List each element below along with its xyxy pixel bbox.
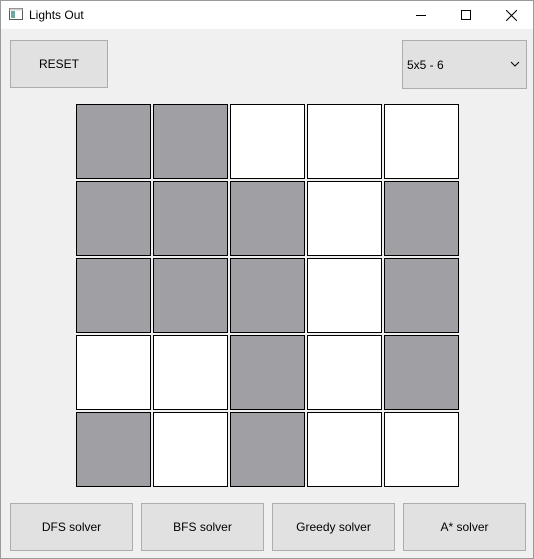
close-button[interactable] bbox=[489, 1, 533, 29]
level-select-value: 5x5 - 6 bbox=[407, 58, 444, 72]
light-cell[interactable] bbox=[153, 335, 228, 410]
light-cell[interactable] bbox=[230, 104, 305, 179]
light-cell[interactable] bbox=[76, 335, 151, 410]
light-cell[interactable] bbox=[76, 258, 151, 333]
light-cell[interactable] bbox=[76, 181, 151, 256]
close-icon bbox=[505, 9, 517, 21]
title-bar[interactable]: Lights Out bbox=[1, 1, 533, 29]
light-cell[interactable] bbox=[230, 412, 305, 487]
window-title: Lights Out bbox=[29, 8, 84, 22]
maximize-button[interactable] bbox=[444, 1, 488, 29]
light-cell[interactable] bbox=[153, 181, 228, 256]
bfs-solver-button[interactable]: BFS solver bbox=[141, 503, 264, 551]
light-cell[interactable] bbox=[384, 181, 459, 256]
app-icon bbox=[9, 8, 23, 20]
astar-solver-button[interactable]: A* solver bbox=[403, 503, 526, 551]
chevron-down-icon bbox=[510, 61, 520, 67]
light-cell[interactable] bbox=[76, 412, 151, 487]
light-cell[interactable] bbox=[307, 104, 382, 179]
minimize-button[interactable] bbox=[399, 1, 443, 29]
light-cell[interactable] bbox=[307, 335, 382, 410]
light-cell[interactable] bbox=[153, 412, 228, 487]
lights-grid bbox=[76, 104, 461, 489]
light-cell[interactable] bbox=[153, 104, 228, 179]
light-cell[interactable] bbox=[307, 258, 382, 333]
maximize-icon bbox=[461, 10, 471, 20]
level-select[interactable]: 5x5 - 6 bbox=[402, 40, 527, 89]
light-cell[interactable] bbox=[384, 412, 459, 487]
minimize-icon bbox=[416, 15, 426, 16]
dfs-solver-button[interactable]: DFS solver bbox=[10, 503, 133, 551]
light-cell[interactable] bbox=[230, 258, 305, 333]
app-window: Lights Out RESET 5x5 - 6 DFS solver BFS … bbox=[0, 0, 534, 559]
light-cell[interactable] bbox=[384, 335, 459, 410]
light-cell[interactable] bbox=[307, 181, 382, 256]
greedy-solver-button[interactable]: Greedy solver bbox=[272, 503, 395, 551]
light-cell[interactable] bbox=[384, 104, 459, 179]
light-cell[interactable] bbox=[384, 258, 459, 333]
reset-button[interactable]: RESET bbox=[10, 40, 108, 88]
light-cell[interactable] bbox=[153, 258, 228, 333]
light-cell[interactable] bbox=[76, 104, 151, 179]
light-cell[interactable] bbox=[230, 181, 305, 256]
light-cell[interactable] bbox=[230, 335, 305, 410]
light-cell[interactable] bbox=[307, 412, 382, 487]
